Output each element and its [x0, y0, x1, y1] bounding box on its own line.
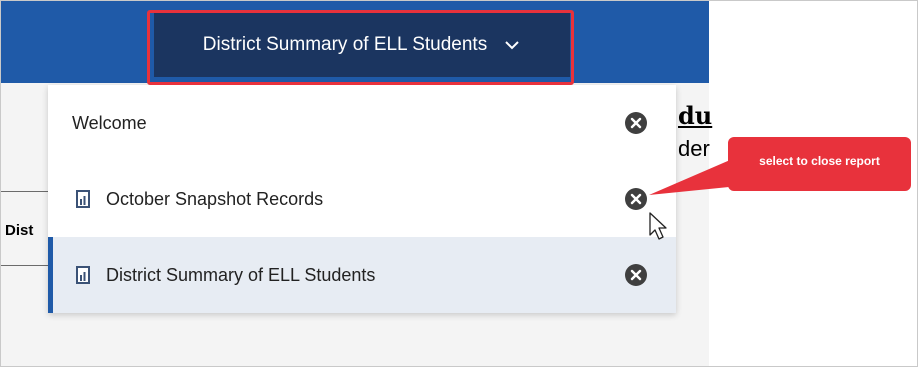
report-icon	[76, 266, 90, 284]
background-column-fragment: Dist	[5, 222, 34, 239]
menu-item-label: Welcome	[72, 112, 147, 133]
app-window: District Summary of ELL Students du der …	[1, 1, 713, 366]
menu-item-label: District Summary of ELL Students	[106, 264, 376, 285]
close-icon[interactable]	[624, 187, 648, 211]
menu-item-label: October Snapshot Records	[106, 188, 324, 209]
menu-item-welcome[interactable]: Welcome	[48, 85, 676, 161]
mouse-pointer-icon	[649, 212, 667, 240]
close-icon[interactable]	[624, 111, 648, 135]
top-bar: District Summary of ELL Students	[1, 1, 709, 83]
chevron-down-icon	[505, 41, 519, 50]
menu-item-district-summary[interactable]: District Summary of ELL Students	[48, 237, 676, 313]
menu-item-october-snapshot[interactable]: October Snapshot Records	[48, 161, 676, 237]
background-heading-fragment: du	[678, 101, 713, 130]
callout-annotation: select to close report	[728, 137, 911, 191]
report-switcher-label: District Summary of ELL Students	[202, 34, 488, 55]
report-switcher-button[interactable]: District Summary of ELL Students	[154, 13, 570, 77]
report-dropdown-menu: Welcome October Snapshot Records Distric…	[48, 85, 676, 313]
report-icon	[76, 190, 90, 208]
close-icon[interactable]	[624, 263, 648, 287]
callout-text: select to close report	[759, 154, 880, 168]
